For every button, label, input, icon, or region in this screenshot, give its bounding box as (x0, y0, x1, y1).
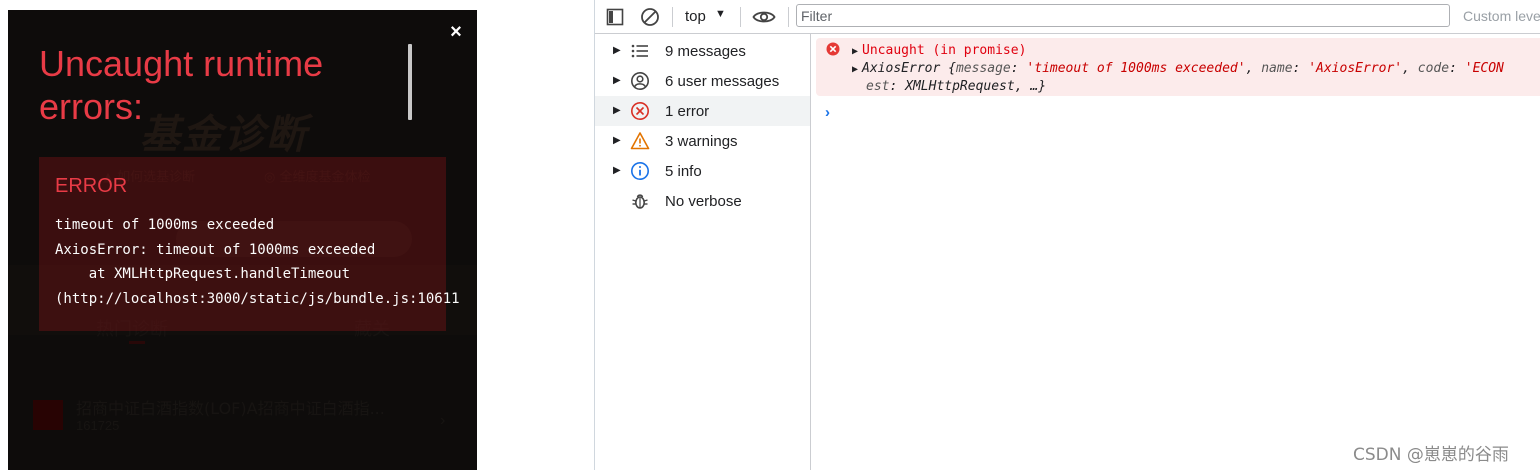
console-messages: ▶ Uncaught (in promise) ▶ AxiosError {mess… (811, 34, 1540, 470)
object-key: code (1417, 61, 1450, 76)
toolbar-divider (788, 7, 789, 27)
sidebar-item-label: No verbose (665, 193, 742, 210)
console-prompt-icon[interactable]: › (825, 104, 830, 121)
custom-levels-dropdown[interactable]: Custom levels (1463, 8, 1540, 24)
clear-console-icon[interactable] (640, 7, 660, 27)
error-title-line[interactable]: ▶ Uncaught (in promise) (852, 43, 1026, 58)
console-error-message[interactable]: ▶ Uncaught (in promise) ▶ AxiosError {mess… (816, 38, 1540, 96)
expand-triangle-icon[interactable]: ▶ (613, 135, 621, 146)
list-icon (631, 44, 648, 58)
object-key: message (955, 61, 1011, 76)
expand-triangle-icon[interactable]: ▶ (613, 165, 621, 176)
close-icon[interactable]: × (447, 22, 465, 42)
object-key: est (866, 79, 890, 94)
object-tail: , …} (1014, 79, 1047, 94)
error-stack: timeout of 1000ms exceeded AxiosError: t… (55, 217, 460, 307)
context-selector[interactable]: top (685, 8, 706, 25)
error-title: Uncaught (in promise) (862, 43, 1027, 58)
expand-triangle-icon[interactable]: ▶ (613, 75, 621, 86)
expand-triangle-icon[interactable]: ▶ (613, 105, 621, 116)
sidebar-item-label: 9 messages (665, 43, 746, 60)
caret-down-icon[interactable]: ▼ (715, 8, 726, 20)
object-colon: : (889, 79, 906, 94)
sidebar-toggle-icon[interactable] (605, 7, 625, 27)
eye-icon[interactable] (752, 7, 776, 27)
warning-icon (630, 132, 650, 150)
user-icon (631, 72, 649, 90)
object-key: name (1261, 61, 1293, 76)
object-value: 'ECON (1464, 61, 1504, 76)
runtime-error-overlay: × Uncaught runtime errors: ERROR timeout… (8, 10, 477, 470)
toolbar-divider (740, 7, 741, 27)
object-brace: { (940, 61, 956, 76)
object-class: AxiosError (862, 61, 941, 76)
watermark: CSDN @崽崽的谷雨 (1353, 445, 1509, 465)
info-icon (631, 162, 649, 180)
object-comma: , (1402, 61, 1418, 76)
console-sidebar: ▶ 9 messages ▶ 6 user messages ▶ 1 error… (595, 34, 811, 470)
sidebar-item-verbose[interactable]: No verbose (595, 186, 810, 216)
sidebar-item-label: 6 user messages (665, 73, 780, 90)
object-value: 'timeout of 1000ms exceeded' (1026, 61, 1246, 76)
error-badge-icon (826, 42, 840, 56)
expand-triangle-icon[interactable]: ▶ (852, 64, 858, 75)
sidebar-item-label: 3 warnings (665, 133, 738, 150)
sidebar-item-info[interactable]: ▶ 5 info (595, 156, 810, 186)
sidebar-item-errors[interactable]: ▶ 1 error (595, 96, 810, 126)
overlay-title: Uncaught runtime errors: (39, 43, 324, 127)
error-icon (631, 102, 649, 120)
console-toolbar: top ▼ Custom levels (595, 0, 1540, 34)
bug-icon (632, 194, 648, 209)
expand-triangle-icon[interactable]: ▶ (613, 45, 621, 56)
object-value: 'AxiosError' (1308, 61, 1403, 76)
object-colon: : (1292, 61, 1309, 76)
overlay-scrollbar[interactable] (408, 44, 412, 120)
sidebar-item-warnings[interactable]: ▶ 3 warnings (595, 126, 810, 156)
error-object-line-continued: est: XMLHttpRequest, …} (866, 79, 1046, 94)
object-colon: : (1010, 61, 1027, 76)
error-object-line[interactable]: ▶ AxiosError {message: 'timeout of 1000ms… (852, 61, 1504, 76)
app-preview: 基金诊断 ▲ 如何选基诊断 ◎ 全维度基金体检 热门诊断 藏关 招商中证白酒指数… (8, 10, 477, 470)
sidebar-item-messages[interactable]: ▶ 9 messages (595, 36, 810, 66)
object-colon: : (1449, 61, 1465, 76)
object-value: XMLHttpRequest (905, 79, 1015, 94)
expand-triangle-icon[interactable]: ▶ (852, 46, 858, 57)
sidebar-item-label: 1 error (665, 103, 710, 120)
toolbar-divider (672, 7, 673, 27)
error-label: ERROR (55, 175, 128, 197)
sidebar-item-user-messages[interactable]: ▶ 6 user messages (595, 66, 810, 96)
filter-input[interactable] (796, 4, 1450, 27)
object-comma: , (1245, 61, 1262, 76)
sidebar-item-label: 5 info (665, 163, 702, 180)
error-box: ERROR timeout of 1000ms exceeded AxiosEr… (39, 157, 460, 331)
devtools-console-panel: top ▼ Custom levels ▶ 9 messages ▶ (594, 0, 1540, 470)
